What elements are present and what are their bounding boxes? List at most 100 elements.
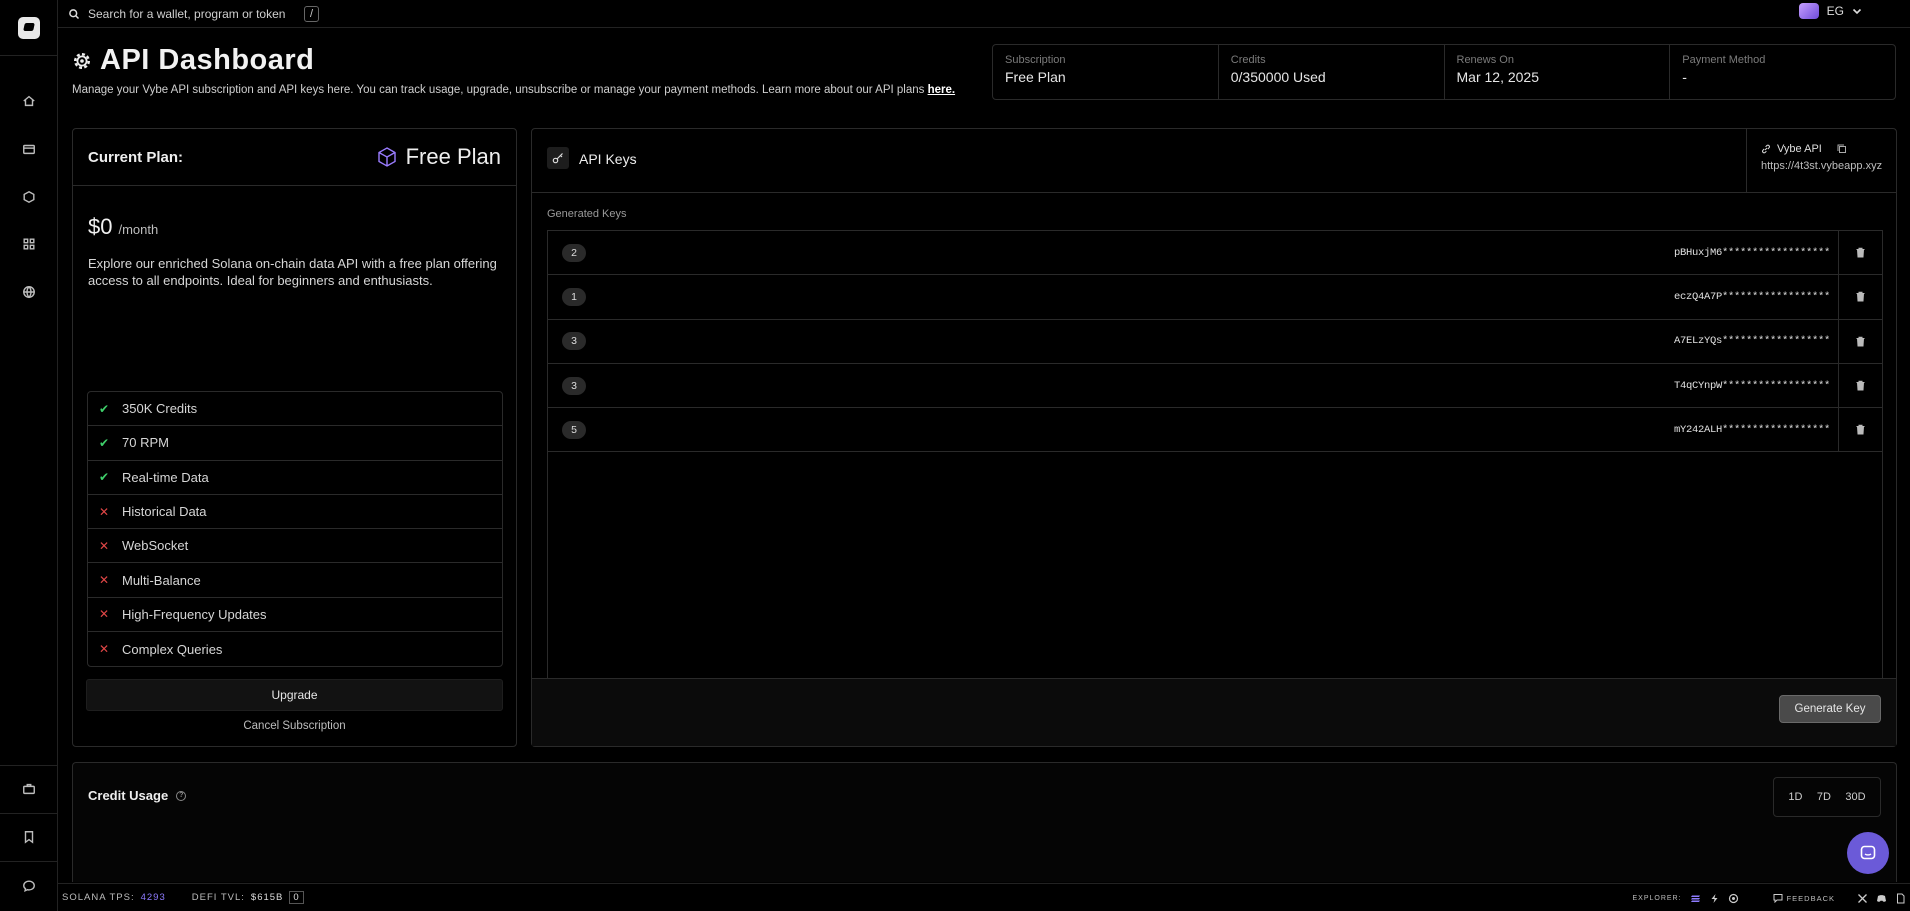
key-number-badge: 5 xyxy=(562,420,586,439)
support-chat-button[interactable] xyxy=(1847,832,1889,874)
delete-key-button[interactable] xyxy=(1838,408,1882,452)
range-option-30d[interactable]: 30D xyxy=(1845,791,1865,803)
delete-key-button[interactable] xyxy=(1838,363,1882,408)
x-twitter-icon[interactable] xyxy=(1857,893,1868,904)
globe-icon[interactable] xyxy=(19,282,39,302)
range-option-7d[interactable]: 7D xyxy=(1817,791,1831,803)
endpoint-url[interactable]: https://4t3st.vybeapp.xyz xyxy=(1761,160,1882,172)
top-bar: / EG xyxy=(58,0,1910,28)
summary-value: - xyxy=(1682,69,1687,85)
api-key-value: mY242ALH****************** xyxy=(1673,423,1830,436)
explorer-label: EXPLORER: xyxy=(1632,894,1682,902)
page-description: Manage your Vybe API subscription and AP… xyxy=(72,82,982,98)
feature-item: ✔ Real-time Data xyxy=(88,461,502,495)
api-plans-link[interactable]: here. xyxy=(928,84,956,96)
vybe-logo[interactable] xyxy=(0,0,58,56)
user-menu[interactable]: EG xyxy=(1798,3,1862,19)
cancel-subscription-link[interactable]: Cancel Subscription xyxy=(73,720,516,732)
token-icon[interactable] xyxy=(19,187,39,207)
discord-icon[interactable] xyxy=(1876,893,1887,904)
feature-item: ✔ 350K Credits xyxy=(88,392,502,427)
plan-header: Current Plan: Free Plan xyxy=(73,129,516,186)
api-keys-header: API Keys Vybe API https://4t3st.vybeapp.… xyxy=(532,129,1896,193)
feature-label: Historical Data xyxy=(122,504,207,520)
feature-label: WebSocket xyxy=(122,538,189,554)
generate-key-button[interactable]: Generate Key xyxy=(1779,695,1881,723)
generated-keys-label: Generated Keys xyxy=(547,208,627,220)
cross-icon: ✕ xyxy=(98,642,110,657)
feature-label: Real-time Data xyxy=(122,469,209,485)
docs-icon[interactable] xyxy=(1895,893,1906,904)
defi-tvl-value: $615B xyxy=(250,892,284,903)
feature-item: ✕ High-Frequency Updates xyxy=(88,598,502,633)
page-header: API Dashboard xyxy=(72,44,314,77)
chat-bubble-icon[interactable] xyxy=(19,876,39,896)
feature-label: High-Frequency Updates xyxy=(122,606,267,622)
search-icon xyxy=(69,8,80,19)
nav-divider xyxy=(0,813,58,814)
solana-tps-label: SOLANA TPS: xyxy=(62,892,135,903)
key-number-badge: 1 xyxy=(562,287,586,306)
feature-item: ✕ Complex Queries xyxy=(88,632,502,666)
api-key-value: eczQ4A7P****************** xyxy=(1673,290,1830,303)
summary-subscription: Subscription Free Plan xyxy=(993,45,1219,99)
credit-usage-header: Credit Usage ? xyxy=(88,788,187,803)
avatar xyxy=(1798,3,1819,19)
lightning-icon[interactable] xyxy=(1709,893,1720,904)
solana-icon[interactable] xyxy=(1690,893,1701,904)
plan-description: Explore our enriched Solana on-chain dat… xyxy=(88,256,497,288)
api-key-list: 2 pBHuxjM6****************** 1 eczQ4A7P*… xyxy=(547,230,1883,680)
nav-divider xyxy=(0,861,58,862)
summary-value: Mar 12, 2025 xyxy=(1456,69,1540,85)
bookmark-icon[interactable] xyxy=(19,827,39,847)
app: / EG API Dashboard Manage your Vybe API … xyxy=(0,0,1910,911)
feature-label: Multi-Balance xyxy=(122,572,201,588)
api-keys-card: API Keys Vybe API https://4t3st.vybeapp.… xyxy=(531,128,1897,747)
feature-label: 70 RPM xyxy=(122,435,169,451)
key-number-badge: 2 xyxy=(562,243,586,262)
price-amount: $0 xyxy=(88,214,113,239)
delete-key-button[interactable] xyxy=(1838,231,1882,275)
range-selector: 1D 7D 30D xyxy=(1773,777,1881,817)
upgrade-button[interactable]: Upgrade xyxy=(86,679,503,711)
credit-usage-card: Credit Usage ? 1D 7D 30D xyxy=(72,762,1897,882)
info-icon[interactable]: ? xyxy=(176,790,187,801)
status-bar: SOLANA TPS: 4293 DEFI TVL: $615B 0 EXPLO… xyxy=(58,883,1910,911)
summary-label: Subscription xyxy=(1005,54,1066,66)
search-input[interactable] xyxy=(88,6,298,21)
nav-divider xyxy=(0,765,58,766)
feature-item: ✕ WebSocket xyxy=(88,529,502,564)
api-endpoint: Vybe API https://4t3st.vybeapp.xyz xyxy=(1746,129,1896,193)
credit-usage-title: Credit Usage xyxy=(88,788,169,803)
api-keys-footer: Generate Key xyxy=(532,678,1896,746)
key-number-badge: 3 xyxy=(562,332,586,351)
trash-icon xyxy=(1856,292,1865,302)
explorer-search-icon[interactable] xyxy=(1728,893,1739,904)
api-key-row: 1 eczQ4A7P****************** xyxy=(548,275,1882,320)
plan-name-label: Free Plan xyxy=(405,144,501,169)
delete-key-button[interactable] xyxy=(1838,275,1882,319)
feedback-button[interactable]: FEEDBACK xyxy=(1773,893,1835,903)
trash-icon xyxy=(1856,380,1865,391)
key-icon xyxy=(547,147,569,169)
check-icon: ✔ xyxy=(98,470,110,485)
copy-icon[interactable] xyxy=(1836,143,1848,155)
subscription-summary: Subscription Free Plan Credits 0/350000 … xyxy=(992,44,1896,100)
briefcase-icon[interactable] xyxy=(19,779,39,799)
range-option-1d[interactable]: 1D xyxy=(1788,791,1802,803)
api-key-value: T4qCYnpW****************** xyxy=(1673,379,1830,392)
endpoint-name: Vybe API xyxy=(1777,143,1822,155)
summary-value: 0/350000 Used xyxy=(1230,69,1326,85)
plan-name: Free Plan xyxy=(376,144,501,170)
description-text: Manage your Vybe API subscription and AP… xyxy=(72,84,925,96)
home-icon[interactable] xyxy=(19,91,39,111)
cube-icon xyxy=(377,147,396,167)
delete-key-button[interactable] xyxy=(1838,319,1882,363)
cross-icon: ✕ xyxy=(98,573,110,588)
cross-icon: ✕ xyxy=(98,538,110,553)
feature-item: ✕ Historical Data xyxy=(88,495,502,530)
apps-grid-icon[interactable] xyxy=(19,234,39,254)
plan-price: $0 /month xyxy=(88,214,158,240)
trash-icon xyxy=(1856,336,1865,347)
wallet-icon[interactable] xyxy=(19,139,39,159)
